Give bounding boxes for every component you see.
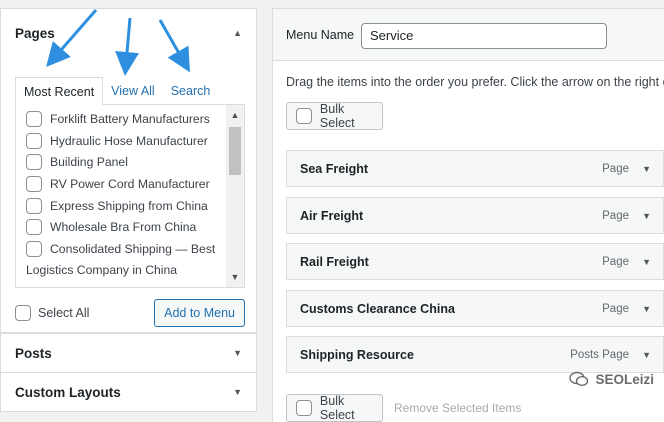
- bulk-select-label: Bulk Select: [319, 102, 355, 130]
- bulk-select-toggle[interactable]: Bulk Select: [286, 102, 383, 130]
- page-label: Wholesale Bra From China: [50, 220, 197, 235]
- menu-item-type: Page: [602, 209, 629, 222]
- triangle-down-icon[interactable]: ▼: [233, 387, 242, 397]
- page-label: Express Shipping from China: [50, 198, 208, 213]
- menu-items-sidebar: Pages ▲ Most Recent View All Search Fork…: [0, 0, 257, 422]
- page-checkbox[interactable]: [26, 154, 42, 171]
- posts-panel[interactable]: Posts ▼: [0, 333, 257, 373]
- pages-panel-header[interactable]: Pages ▲: [1, 9, 256, 57]
- scroll-up-icon[interactable]: ▲: [226, 107, 244, 123]
- menu-item-type: Page: [602, 255, 629, 268]
- menu-instructions: Drag the items into the order you prefer…: [286, 75, 664, 89]
- tab-search[interactable]: Search: [163, 77, 219, 105]
- triangle-down-icon[interactable]: ▼: [642, 211, 651, 221]
- pages-tabs: Most Recent View All Search: [15, 77, 218, 105]
- triangle-down-icon[interactable]: ▼: [233, 348, 242, 358]
- triangle-down-icon[interactable]: ▼: [642, 350, 651, 360]
- pages-list-scrollbar[interactable]: ▲ ▼: [226, 105, 244, 287]
- pages-panel: Pages ▲ Most Recent View All Search Fork…: [0, 8, 257, 333]
- page-label: Consolidated Shipping — Best: [50, 241, 216, 256]
- menu-item-type: Page: [602, 162, 629, 175]
- menu-item-title: Shipping Resource: [300, 347, 414, 362]
- triangle-up-icon[interactable]: ▲: [233, 28, 242, 38]
- list-item[interactable]: Consolidated Shipping — Best: [16, 238, 226, 260]
- pages-panel-footer: Select All Add to Menu: [15, 299, 245, 327]
- pages-panel-title: Pages: [15, 25, 55, 41]
- wechat-icon: [569, 371, 589, 387]
- page-checkbox[interactable]: [26, 110, 42, 127]
- menu-name-label: Menu Name: [286, 28, 355, 42]
- posts-panel-title: Posts: [15, 345, 52, 361]
- bottom-bulk-select-checkbox[interactable]: [296, 400, 312, 416]
- remove-selected-link[interactable]: Remove Selected Items: [394, 401, 521, 415]
- page-checkbox[interactable]: [26, 132, 42, 149]
- bottom-bulk-select-label: Bulk Select: [319, 394, 355, 422]
- list-item[interactable]: Hydraulic Hose Manufacturer: [16, 130, 226, 152]
- select-all-toggle[interactable]: Select All: [15, 305, 89, 321]
- menu-header: Menu Name Service: [273, 9, 664, 61]
- bulk-select-checkbox[interactable]: [296, 108, 312, 124]
- page-label: RV Power Cord Manufacturer: [50, 176, 210, 191]
- triangle-down-icon[interactable]: ▼: [642, 257, 651, 267]
- custom-layouts-panel-title: Custom Layouts: [15, 384, 121, 400]
- pages-list-panel: Forklift Battery Manufacturers Hydraulic…: [15, 104, 245, 288]
- page-checkbox[interactable]: [26, 240, 42, 257]
- scrollbar-thumb[interactable]: [229, 127, 241, 175]
- custom-layouts-panel[interactable]: Custom Layouts ▼: [0, 372, 257, 412]
- menu-item-type: Page: [602, 302, 629, 315]
- tab-view-all[interactable]: View All: [103, 77, 163, 105]
- list-item[interactable]: Building Panel: [16, 151, 226, 173]
- menu-item-air-freight[interactable]: Air Freight Page ▼: [286, 197, 664, 234]
- list-item[interactable]: Forklift Battery Manufacturers: [16, 108, 226, 130]
- page-checkbox[interactable]: [26, 175, 42, 192]
- menu-name-input[interactable]: Service: [361, 23, 607, 49]
- menu-item-type: Posts Page: [570, 348, 629, 361]
- add-to-menu-button[interactable]: Add to Menu: [154, 299, 245, 327]
- page-label-continued: Logistics Company in China: [26, 262, 178, 277]
- page-label: Forklift Battery Manufacturers: [50, 111, 210, 126]
- menu-item-customs-clearance[interactable]: Customs Clearance China Page ▼: [286, 290, 664, 327]
- tab-most-recent[interactable]: Most Recent: [15, 77, 104, 105]
- menu-structure-panel: Menu Name Service Drag the items into th…: [272, 8, 664, 422]
- page-label: Hydraulic Hose Manufacturer: [50, 133, 208, 148]
- watermark: SEOLeizi: [569, 371, 654, 387]
- menu-item-title: Customs Clearance China: [300, 301, 455, 316]
- menu-item-title: Sea Freight: [300, 161, 369, 176]
- menu-item-rail-freight[interactable]: Rail Freight Page ▼: [286, 243, 664, 280]
- triangle-down-icon[interactable]: ▼: [642, 304, 651, 314]
- page-label: Building Panel: [50, 155, 128, 170]
- menu-item-sea-freight[interactable]: Sea Freight Page ▼: [286, 150, 664, 187]
- watermark-text: SEOLeizi: [595, 371, 654, 387]
- select-all-checkbox[interactable]: [15, 305, 31, 321]
- bottom-bulk-select-toggle[interactable]: Bulk Select: [286, 394, 383, 422]
- select-all-label: Select All: [38, 306, 90, 320]
- pages-list: Forklift Battery Manufacturers Hydraulic…: [16, 108, 226, 280]
- menu-item-title: Air Freight: [300, 208, 364, 223]
- page-checkbox[interactable]: [26, 197, 42, 214]
- triangle-down-icon[interactable]: ▼: [642, 164, 651, 174]
- scroll-down-icon[interactable]: ▼: [226, 269, 244, 285]
- page-checkbox[interactable]: [26, 219, 42, 236]
- menu-item-shipping-resource[interactable]: Shipping Resource Posts Page ▼: [286, 336, 664, 373]
- list-item[interactable]: Wholesale Bra From China: [16, 216, 226, 238]
- bottom-bulk-row: Bulk Select Remove Selected Items: [286, 394, 521, 422]
- list-item[interactable]: Express Shipping from China: [16, 195, 226, 217]
- list-item[interactable]: RV Power Cord Manufacturer: [16, 173, 226, 195]
- menu-item-title: Rail Freight: [300, 254, 369, 269]
